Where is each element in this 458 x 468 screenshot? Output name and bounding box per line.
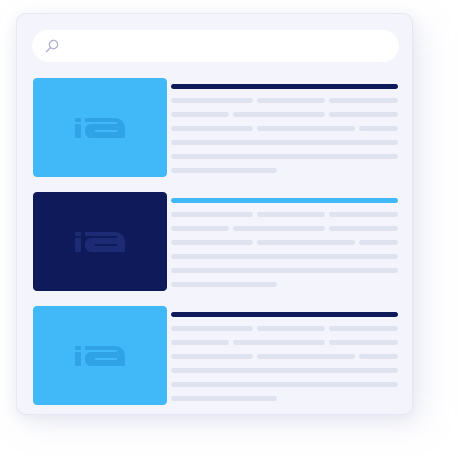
text-line <box>233 112 325 117</box>
text-line <box>171 112 229 117</box>
ia-logo-icon <box>75 232 125 252</box>
ia-logo-icon <box>75 118 125 138</box>
text-line <box>329 340 398 345</box>
text-line <box>329 98 398 103</box>
text-line <box>171 98 253 103</box>
result-thumbnail[interactable] <box>33 78 167 177</box>
text-line <box>171 282 277 287</box>
search-icon <box>45 39 59 53</box>
text-line <box>329 326 398 331</box>
result-item[interactable] <box>33 78 399 178</box>
text-line <box>171 168 277 173</box>
text-line <box>329 226 398 231</box>
result-title-bar[interactable] <box>171 312 398 317</box>
result-thumbnail[interactable] <box>33 192 167 291</box>
text-line <box>171 140 398 145</box>
text-line <box>329 212 398 217</box>
result-item[interactable] <box>33 306 399 406</box>
result-title-bar[interactable] <box>171 84 398 89</box>
ia-logo-icon <box>75 346 125 366</box>
text-line <box>171 226 229 231</box>
result-thumbnail[interactable] <box>33 306 167 405</box>
text-line <box>171 254 398 259</box>
text-line <box>359 126 398 131</box>
text-line <box>171 368 398 373</box>
text-line <box>171 382 398 387</box>
text-line <box>329 112 398 117</box>
search-bar[interactable] <box>32 30 399 62</box>
text-line <box>233 226 325 231</box>
illustration-stage <box>0 0 458 468</box>
text-line <box>171 354 253 359</box>
text-line <box>171 340 229 345</box>
text-line <box>359 354 398 359</box>
search-results-window <box>16 13 413 415</box>
text-line <box>171 268 398 273</box>
text-line <box>171 396 277 401</box>
text-line <box>171 326 253 331</box>
text-line <box>257 326 325 331</box>
text-line <box>257 240 355 245</box>
text-line <box>257 98 325 103</box>
result-title-bar[interactable] <box>171 198 398 203</box>
text-line <box>257 354 355 359</box>
result-item[interactable] <box>33 192 399 292</box>
text-line <box>257 126 355 131</box>
text-line <box>171 126 253 131</box>
text-line <box>171 240 253 245</box>
text-line <box>359 240 398 245</box>
text-line <box>257 212 325 217</box>
text-line <box>171 154 398 159</box>
text-line <box>171 212 253 217</box>
text-line <box>233 340 325 345</box>
